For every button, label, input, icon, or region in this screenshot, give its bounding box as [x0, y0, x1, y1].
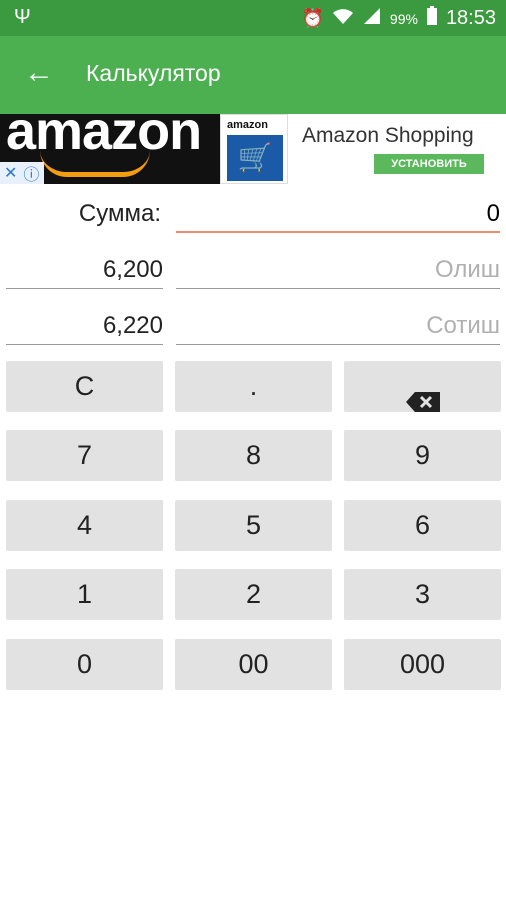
usb-icon: Ψ: [14, 6, 31, 28]
status-icons: ⏰ 99% 18:53: [301, 6, 496, 31]
key-2[interactable]: 2: [175, 569, 332, 620]
status-bar: Ψ ⏰ 99% 18:53: [0, 0, 506, 36]
key-1[interactable]: 1: [6, 569, 163, 620]
app-bar: ← Калькулятор: [0, 36, 506, 114]
key-5[interactable]: 5: [175, 500, 332, 551]
key-clear[interactable]: C: [6, 361, 163, 412]
olish-row: 6,200 Олиш: [0, 250, 506, 290]
sum-label: Сумма:: [78, 200, 161, 227]
ad-banner[interactable]: amazon ✕ ⓘ amazon 🛒 Amazon Shopping УСТА…: [0, 114, 506, 184]
ad-app-name[interactable]: Amazon Shopping: [302, 124, 474, 148]
clock: 18:53: [445, 7, 496, 29]
key-4[interactable]: 4: [6, 500, 163, 551]
signal-icon: [362, 7, 382, 30]
key-0[interactable]: 0: [6, 639, 163, 690]
wifi-icon: [332, 7, 354, 30]
key-9[interactable]: 9: [344, 430, 501, 481]
battery-percent: 99%: [389, 10, 418, 27]
sum-field-underline: [176, 231, 500, 233]
sotish-row: 6,220 Сотиш: [0, 306, 506, 346]
key-6[interactable]: 6: [344, 500, 501, 551]
olish-rate-field[interactable]: 6,200: [6, 250, 163, 290]
page-title: Калькулятор: [86, 60, 221, 86]
backspace-icon: [405, 378, 440, 412]
key-decimal[interactable]: .: [175, 361, 332, 412]
ad-choices[interactable]: ✕ ⓘ: [0, 162, 44, 184]
key-3[interactable]: 3: [344, 569, 501, 620]
key-7[interactable]: 7: [6, 430, 163, 481]
sum-row: Сумма: 0: [0, 194, 506, 234]
key-backspace[interactable]: [344, 361, 501, 412]
sotish-result-underline: [176, 344, 500, 345]
olish-result-underline: [176, 288, 500, 289]
sotish-rate-underline: [6, 344, 163, 345]
olish-rate-underline: [6, 288, 163, 289]
olish-result-field[interactable]: Олиш: [176, 250, 500, 290]
amazon-smile-icon: [40, 150, 150, 177]
back-arrow-icon[interactable]: ←: [24, 58, 54, 88]
close-icon[interactable]: ✕: [4, 163, 17, 183]
ad-app-icon[interactable]: amazon 🛒: [220, 114, 288, 184]
sotish-rate-field[interactable]: 6,220: [6, 306, 163, 346]
alarm-icon: ⏰: [301, 8, 324, 28]
install-button[interactable]: УСТАНОВИТЬ: [374, 154, 484, 174]
key-000[interactable]: 000: [344, 639, 501, 690]
info-icon[interactable]: ⓘ: [23, 161, 39, 184]
key-8[interactable]: 8: [175, 430, 332, 481]
cart-icon: 🛒: [227, 135, 283, 181]
key-00[interactable]: 00: [175, 639, 332, 690]
ad-app-icon-label: amazon: [227, 119, 268, 131]
sotish-result-field[interactable]: Сотиш: [176, 306, 500, 346]
battery-icon: [426, 6, 438, 31]
sum-field[interactable]: 0: [176, 194, 500, 234]
